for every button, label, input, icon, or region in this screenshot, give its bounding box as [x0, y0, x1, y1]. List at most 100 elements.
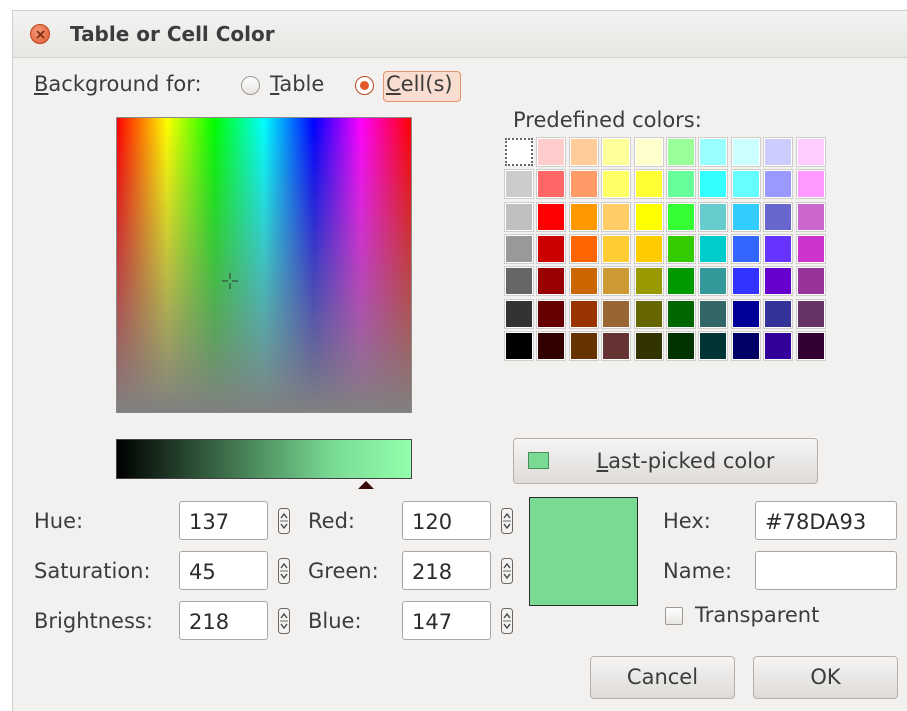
color-swatch[interactable] [795, 266, 826, 297]
color-swatch[interactable] [730, 266, 761, 297]
ok-button[interactable]: OK [753, 656, 898, 699]
table-radio[interactable] [241, 76, 260, 95]
name-label: Name: [663, 559, 733, 583]
color-swatch[interactable] [698, 137, 729, 167]
color-swatch[interactable] [601, 201, 632, 232]
color-swatch[interactable] [698, 266, 729, 297]
red-input[interactable]: 120 [402, 501, 491, 540]
brightness-spinner-icon[interactable] [278, 608, 290, 634]
color-swatch[interactable] [568, 330, 599, 361]
color-swatch[interactable] [698, 201, 729, 232]
color-dialog: Table or Cell Color Background for: Tabl… [12, 10, 907, 711]
color-swatch[interactable] [633, 266, 664, 297]
color-swatch[interactable] [633, 233, 664, 264]
green-input[interactable]: 218 [402, 551, 491, 590]
brightness-slider[interactable] [116, 439, 412, 479]
color-swatch[interactable] [666, 330, 696, 361]
color-swatch[interactable] [763, 266, 794, 297]
name-input[interactable] [755, 551, 897, 590]
color-swatch[interactable] [504, 266, 534, 297]
cells-radio[interactable] [355, 76, 374, 95]
color-swatch[interactable] [763, 298, 794, 329]
color-spectrum[interactable] [116, 117, 412, 413]
transparent-label[interactable]: Transparent [695, 603, 819, 627]
color-swatch[interactable] [568, 169, 599, 200]
brightness-marker[interactable] [358, 481, 374, 489]
color-swatch[interactable] [633, 298, 664, 329]
color-swatch[interactable] [763, 169, 794, 200]
cells-radio-label[interactable]: Cell(s) [386, 72, 453, 96]
color-swatch[interactable] [504, 169, 534, 200]
color-swatch[interactable] [795, 137, 826, 167]
color-swatch[interactable] [763, 330, 794, 361]
blue-spinner-icon[interactable] [501, 608, 513, 634]
color-swatch[interactable] [666, 169, 696, 200]
color-swatch[interactable] [633, 330, 664, 361]
color-swatch[interactable] [601, 266, 632, 297]
color-swatch[interactable] [730, 169, 761, 200]
color-swatch[interactable] [795, 169, 826, 200]
color-swatch[interactable] [730, 201, 761, 232]
color-swatch[interactable] [633, 169, 664, 200]
saturation-input[interactable]: 45 [179, 551, 268, 590]
color-swatch[interactable] [601, 137, 632, 167]
color-swatch[interactable] [666, 266, 696, 297]
color-swatch[interactable] [504, 330, 534, 361]
color-swatch[interactable] [795, 233, 826, 264]
color-swatch[interactable] [795, 201, 826, 232]
color-swatch[interactable] [730, 298, 761, 329]
color-swatch[interactable] [536, 201, 567, 232]
color-swatch[interactable] [568, 201, 599, 232]
color-swatch[interactable] [763, 201, 794, 232]
color-swatch[interactable] [504, 233, 534, 264]
color-swatch[interactable] [698, 298, 729, 329]
color-swatch[interactable] [601, 298, 632, 329]
color-swatch[interactable] [666, 298, 696, 329]
color-swatch[interactable] [666, 233, 696, 264]
transparent-checkbox[interactable] [665, 607, 683, 625]
color-swatch[interactable] [601, 169, 632, 200]
hue-spinner-icon[interactable] [278, 508, 290, 534]
color-swatch[interactable] [666, 201, 696, 232]
color-swatch[interactable] [633, 201, 664, 232]
hue-input[interactable]: 137 [179, 501, 268, 540]
color-swatch[interactable] [536, 233, 567, 264]
last-picked-color-button[interactable]: Last-picked color [513, 438, 818, 484]
cancel-button[interactable]: Cancel [590, 656, 735, 699]
red-spinner-icon[interactable] [501, 508, 513, 534]
color-swatch[interactable] [795, 298, 826, 329]
color-swatch[interactable] [536, 298, 567, 329]
color-swatch[interactable] [536, 330, 567, 361]
color-swatch[interactable] [504, 201, 534, 232]
color-swatch[interactable] [601, 233, 632, 264]
close-button[interactable] [30, 24, 50, 44]
color-swatch[interactable] [698, 330, 729, 361]
color-swatch[interactable] [633, 137, 664, 167]
color-swatch[interactable] [730, 330, 761, 361]
table-radio-label[interactable]: Table [270, 72, 324, 96]
hex-input[interactable]: #78DA93 [755, 501, 897, 540]
color-swatch[interactable] [505, 138, 533, 166]
color-swatch[interactable] [698, 233, 729, 264]
color-swatch[interactable] [568, 266, 599, 297]
green-spinner-icon[interactable] [501, 558, 513, 584]
color-swatch[interactable] [568, 298, 599, 329]
color-swatch[interactable] [601, 330, 632, 361]
color-swatch[interactable] [795, 330, 826, 361]
color-swatch[interactable] [698, 169, 729, 200]
color-swatch[interactable] [568, 233, 599, 264]
blue-input[interactable]: 147 [402, 601, 491, 640]
color-swatch[interactable] [730, 233, 761, 264]
color-swatch[interactable] [730, 137, 761, 167]
color-swatch[interactable] [763, 137, 794, 167]
color-swatch[interactable] [536, 169, 567, 200]
hex-label: Hex: [663, 509, 711, 533]
color-swatch[interactable] [504, 298, 534, 329]
color-swatch[interactable] [536, 137, 567, 167]
color-swatch[interactable] [536, 266, 567, 297]
color-swatch[interactable] [763, 233, 794, 264]
color-swatch[interactable] [666, 137, 696, 167]
brightness-input[interactable]: 218 [179, 601, 268, 640]
saturation-spinner-icon[interactable] [278, 558, 290, 584]
color-swatch[interactable] [568, 137, 599, 167]
